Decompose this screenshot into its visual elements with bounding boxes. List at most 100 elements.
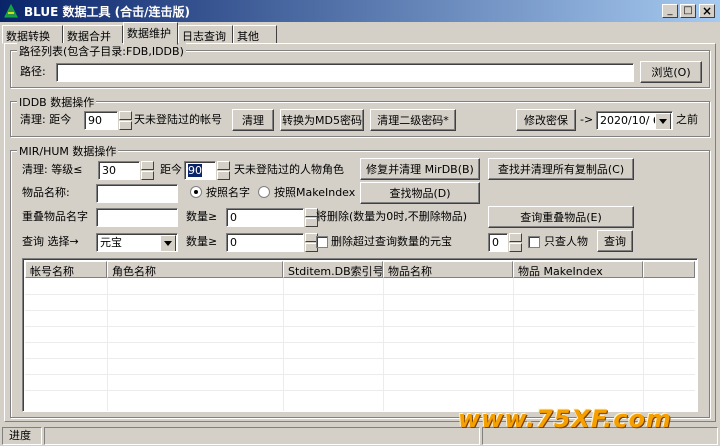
close-button[interactable]: × — [699, 4, 715, 18]
quantity-label-2: 数量≥ — [186, 235, 218, 248]
spin-up-icon[interactable] — [141, 161, 154, 170]
query-type-select[interactable]: 元宝 — [96, 233, 178, 252]
progress-label: 进度 — [9, 429, 31, 442]
row-divider — [25, 326, 695, 327]
distance-label: 距今 — [160, 163, 182, 176]
stack-name-input[interactable] — [96, 208, 178, 227]
spin-down-icon[interactable] — [509, 243, 522, 252]
browse-button[interactable]: 浏览(O) — [640, 61, 702, 83]
window-title: BLUE 数据工具 (合击/连击版) — [24, 5, 191, 19]
row-divider — [25, 342, 695, 343]
row-divider — [25, 310, 695, 311]
small-value-spinner[interactable] — [509, 233, 522, 252]
find-item-button[interactable]: 查找物品(D) — [360, 182, 480, 204]
column-header-stditem-index[interactable]: Stditem.DB索引号 — [283, 261, 383, 278]
close-icon: × — [701, 4, 713, 18]
column-header-account[interactable]: 帐号名称 — [25, 261, 107, 278]
modify-security-button[interactable]: 修改密保 — [516, 109, 576, 131]
small-value-input[interactable]: 0 — [488, 233, 508, 252]
row-divider — [25, 294, 695, 295]
column-divider — [107, 278, 108, 411]
radio-by-name-label[interactable]: 按照名字 — [206, 185, 250, 201]
site-watermark: www.75XF.com — [458, 405, 672, 433]
clear-secondary-password-button[interactable]: 清理二级密码* — [370, 109, 456, 131]
column-divider — [643, 278, 644, 411]
path-label: 路径: — [20, 65, 46, 78]
column-header-filler — [643, 261, 695, 278]
path-input[interactable] — [56, 63, 634, 82]
tab-data-convert[interactable]: 数据转换 — [2, 25, 63, 44]
progress-label-cell: 进度 — [2, 427, 42, 445]
query-type-dropdown-button[interactable] — [160, 235, 176, 251]
title-bar[interactable]: BLUE 数据工具 (合击/连击版) _ □ × — [0, 0, 720, 22]
column-divider — [383, 278, 384, 411]
stack-name-label: 重叠物品名字 — [22, 210, 88, 223]
level-spinner[interactable] — [141, 161, 154, 180]
tab-data-merge[interactable]: 数据合并 — [63, 25, 123, 44]
row-divider — [25, 374, 695, 375]
level-input[interactable]: 30 — [98, 161, 140, 180]
query-select-label: 查询 选择→ — [22, 235, 79, 248]
radio-by-makeindex[interactable] — [258, 186, 270, 198]
column-header-makeindex[interactable]: 物品 MakeIndex — [513, 261, 643, 278]
spin-down-icon[interactable] — [217, 171, 230, 180]
row-divider — [25, 390, 695, 391]
query-type-value: 元宝 — [100, 236, 122, 249]
spin-down-icon[interactable] — [119, 121, 132, 130]
spin-up-icon[interactable] — [119, 111, 132, 120]
tab-log-query[interactable]: 日志查询 — [178, 25, 233, 44]
distance-spinner[interactable] — [217, 161, 230, 180]
distance-suffix: 天未登陆过的人物角色 — [234, 163, 344, 176]
maximize-button[interactable]: □ — [680, 4, 696, 18]
quantity-input-2[interactable]: 0 — [226, 233, 304, 252]
tab-label: 数据合并 — [67, 30, 111, 43]
iddb-clean-label: 清理: 距今 — [20, 113, 72, 126]
iddb-days-input[interactable]: 90 — [84, 111, 118, 130]
date-dropdown-button[interactable] — [655, 113, 671, 129]
date-value: 2020/10/ 6 — [600, 114, 660, 127]
iddb-clean-button[interactable]: 清理 — [232, 109, 274, 131]
chevron-down-icon — [659, 119, 667, 124]
tab-strip: 数据转换 数据合并 数据维护 日志查询 其他 — [0, 22, 720, 45]
only-character-checkbox[interactable] — [528, 236, 540, 248]
quantity-input[interactable]: 0 — [226, 208, 304, 227]
minimize-button[interactable]: _ — [662, 4, 678, 18]
maximize-icon: □ — [683, 5, 693, 16]
iddb-days-spinner[interactable] — [119, 111, 132, 130]
delete-over-checkbox[interactable] — [316, 236, 328, 248]
tab-other[interactable]: 其他 — [233, 25, 277, 44]
radio-by-makeindex-label[interactable]: 按照MakeIndex — [274, 185, 355, 201]
results-table[interactable]: 帐号名称 角色名称 Stditem.DB索引号 物品名称 物品 MakeInde… — [22, 258, 698, 412]
find-copies-button[interactable]: 查找并清理所有复制品(C) — [488, 158, 634, 180]
iddb-group-title: IDDB 数据操作 — [17, 94, 97, 110]
item-name-input[interactable] — [96, 184, 178, 203]
before-label: 之前 — [676, 113, 698, 126]
spin-up-icon[interactable] — [509, 233, 522, 242]
md5-convert-button[interactable]: 转换为MD5密码 — [280, 109, 364, 131]
column-header-item-name[interactable]: 物品名称 — [383, 261, 513, 278]
row-divider — [25, 358, 695, 359]
tab-label: 数据转换 — [6, 30, 50, 43]
only-character-label[interactable]: 只查人物 — [544, 234, 588, 250]
spin-up-icon[interactable] — [217, 161, 230, 170]
query-button[interactable]: 查询 — [597, 230, 633, 252]
radio-by-name[interactable] — [190, 186, 202, 198]
tab-label: 其他 — [237, 30, 259, 43]
chevron-down-icon — [164, 241, 172, 246]
distance-input[interactable]: 90 — [184, 161, 216, 180]
minimize-icon: _ — [667, 5, 673, 16]
date-picker[interactable]: 2020/10/ 6 — [596, 111, 673, 130]
repair-mirdb-button[interactable]: 修复并清理 MirDB(B) — [360, 158, 480, 180]
column-divider — [283, 278, 284, 411]
app-icon — [4, 3, 18, 18]
tab-data-maintenance[interactable]: 数据维护 — [123, 22, 178, 45]
column-header-character[interactable]: 角色名称 — [107, 261, 283, 278]
spin-down-icon[interactable] — [141, 171, 154, 180]
item-name-label: 物品名称: — [22, 186, 70, 199]
progress-bar — [44, 427, 480, 445]
delete-over-label[interactable]: 删除超过查询数量的元宝 — [331, 234, 452, 250]
tab-label: 日志查询 — [182, 30, 226, 43]
column-divider — [513, 278, 514, 411]
query-stack-button[interactable]: 查询重叠物品(E) — [488, 206, 634, 228]
quantity-label: 数量≥ — [186, 210, 218, 223]
